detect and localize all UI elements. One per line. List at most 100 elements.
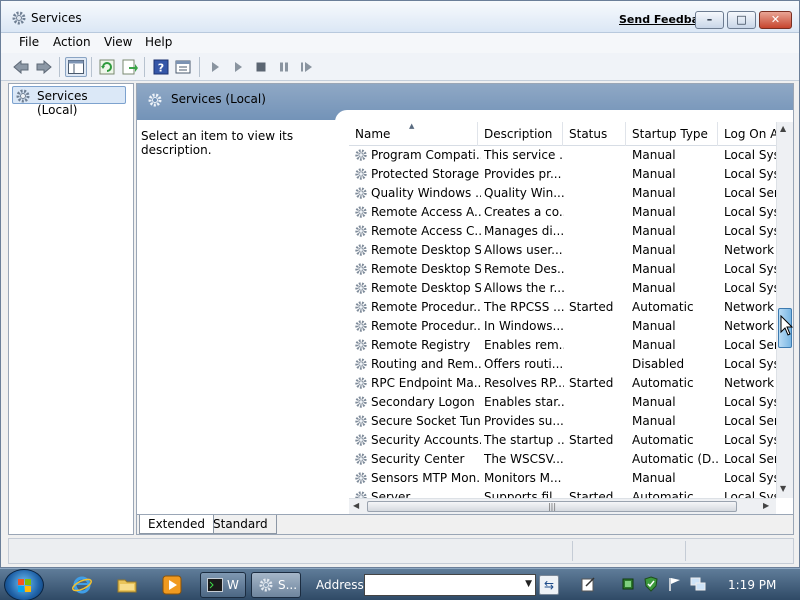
scroll-right-icon[interactable]: ▶: [763, 501, 769, 510]
security-shield-icon[interactable]: [643, 576, 659, 592]
menu-view[interactable]: View: [104, 35, 132, 49]
cell-startup-type: Manual: [632, 148, 676, 162]
tab-extended[interactable]: Extended: [139, 515, 214, 534]
tree-item-label: Services (Local): [37, 89, 88, 117]
minimize-icon: –: [706, 13, 713, 26]
service-gear-icon: [354, 281, 368, 298]
cell-name: Security Center: [371, 452, 465, 466]
cell-name: Protected Storage: [371, 167, 480, 181]
maximize-button[interactable]: □: [727, 11, 756, 29]
scroll-up-icon[interactable]: ▲: [780, 124, 786, 133]
network-icon[interactable]: [690, 576, 706, 592]
table-row[interactable]: Routing and Rem... Offers routi... Disable…: [349, 355, 780, 374]
cell-log-on-as: Network S: [724, 319, 780, 333]
vertical-scrollbar[interactable]: ▲ ▼: [776, 122, 793, 498]
column-header-log-on-as[interactable]: Log On A: [718, 122, 779, 146]
tab-standard[interactable]: Standard: [205, 515, 277, 534]
scroll-left-icon[interactable]: ◀: [353, 501, 359, 510]
table-row[interactable]: Sensors MTP Mon... Monitors M... Manual Loc…: [349, 469, 780, 488]
column-header-status[interactable]: Status: [563, 122, 626, 146]
start-service-alt-button[interactable]: [228, 57, 248, 77]
mouse-cursor-icon: [780, 315, 794, 336]
menu-file[interactable]: File: [19, 35, 39, 49]
hardware-tray-icon[interactable]: [620, 576, 636, 592]
table-row[interactable]: Secure Socket Tun... Provides su... Manual…: [349, 412, 780, 431]
taskbar-button-services[interactable]: S...: [251, 572, 301, 598]
go-arrows-icon: ⇆: [543, 578, 555, 592]
cell-startup-type: Manual: [632, 395, 676, 409]
close-button[interactable]: ✕: [759, 11, 792, 29]
cell-log-on-as: Local Syst: [724, 148, 780, 162]
show-hide-console-tree-button[interactable]: [65, 57, 87, 77]
table-row[interactable]: Remote Access A... Creates a co... Manual L…: [349, 203, 780, 222]
cell-startup-type: Manual: [632, 414, 676, 428]
menu-action[interactable]: Action: [53, 35, 91, 49]
service-gear-icon: [354, 319, 368, 336]
cell-description: Resolves RP...: [484, 376, 564, 390]
pause-service-button[interactable]: [274, 57, 294, 77]
action-center-flag-icon[interactable]: [667, 576, 683, 592]
service-gear-icon: [354, 471, 368, 488]
table-row[interactable]: Program Compati... This service ... Manual…: [349, 146, 780, 165]
windows-explorer-icon[interactable]: [117, 575, 137, 595]
refresh-button[interactable]: [97, 57, 117, 77]
title-bar[interactable]: Services Send Feedback – □ ✕: [1, 1, 799, 33]
table-row[interactable]: Server Supports fil... Started Automatic Loc…: [349, 488, 780, 498]
column-header-description[interactable]: Description: [478, 122, 563, 146]
minimize-button[interactable]: –: [695, 11, 724, 29]
cell-name: RPC Endpoint Ma...: [371, 376, 481, 390]
menu-bar: File Action View Help: [1, 33, 799, 53]
start-button[interactable]: [4, 569, 44, 600]
table-row[interactable]: Protected Storage Provides pr... Manual Loc…: [349, 165, 780, 184]
stop-service-button[interactable]: [251, 57, 271, 77]
start-service-button[interactable]: [205, 57, 225, 77]
back-arrow-icon: [13, 60, 29, 74]
column-header-name[interactable]: ▲ Name: [349, 122, 478, 146]
table-row[interactable]: Remote Desktop S...Allows user... Manual N…: [349, 241, 780, 260]
horizontal-scroll-thumb[interactable]: |||: [367, 501, 737, 512]
restart-service-button[interactable]: [297, 57, 317, 77]
table-row[interactable]: Remote Desktop S...Remote Des... Manual Lo…: [349, 260, 780, 279]
notepad-tray-icon[interactable]: [580, 576, 596, 592]
services-window: Services Send Feedback – □ ✕ File Action…: [0, 0, 800, 568]
table-row[interactable]: Remote Desktop S...Allows the r... Manual…: [349, 279, 780, 298]
cell-name: Remote Procedur...: [371, 300, 481, 314]
table-row[interactable]: Remote Procedur... In Windows... Manual Net…: [349, 317, 780, 336]
menu-help[interactable]: Help: [145, 35, 172, 49]
back-button[interactable]: [11, 57, 31, 77]
taskbar-button-w[interactable]: W: [200, 572, 246, 598]
help-button[interactable]: ?: [151, 57, 171, 77]
table-row[interactable]: Remote Registry Enables rem... Manual Local…: [349, 336, 780, 355]
system-clock[interactable]: 1:19 PM: [728, 578, 776, 592]
scroll-down-icon[interactable]: ▼: [780, 484, 786, 493]
cell-description: The RPCSS ...: [484, 300, 564, 314]
service-gear-icon: [354, 338, 368, 355]
cell-status: Started: [569, 300, 614, 314]
table-row[interactable]: Security Accounts... The startup ... Start…: [349, 431, 780, 450]
internet-explorer-icon[interactable]: [72, 575, 92, 595]
cell-log-on-as: Network S: [724, 243, 780, 257]
cell-log-on-as: Local Serv: [724, 452, 780, 466]
table-row[interactable]: Quality Windows ... Quality Win... Manual L…: [349, 184, 780, 203]
cell-description: Quality Win...: [484, 186, 564, 200]
tree-item-services-local[interactable]: Services (Local): [12, 86, 126, 117]
table-row[interactable]: Secondary Logon Enables star... Manual Loca…: [349, 393, 780, 412]
address-input[interactable]: ▼: [364, 574, 536, 596]
table-row[interactable]: Remote Access C... Manages di... Manual Loc…: [349, 222, 780, 241]
status-separator: [572, 541, 573, 561]
forward-button[interactable]: [34, 57, 54, 77]
cell-log-on-as: Local Syst: [724, 262, 780, 276]
chevron-down-icon[interactable]: ▼: [525, 579, 532, 589]
windows-logo-icon: [18, 579, 31, 592]
properties-button[interactable]: [173, 57, 193, 77]
cell-name: Program Compati...: [371, 148, 481, 162]
horizontal-scrollbar[interactable]: ◀ ||| ▶: [349, 498, 776, 514]
service-gear-icon: [354, 376, 368, 393]
table-row[interactable]: Security Center The WSCSV... Automatic (D.…: [349, 450, 780, 469]
media-player-icon[interactable]: [162, 575, 182, 595]
table-row[interactable]: Remote Procedur... The RPCSS ... Started Au…: [349, 298, 780, 317]
column-header-startup-type[interactable]: Startup Type: [626, 122, 718, 146]
address-go-button[interactable]: ⇆: [539, 575, 559, 595]
export-list-button[interactable]: [120, 57, 140, 77]
table-row[interactable]: RPC Endpoint Ma... Resolves RP... Started A…: [349, 374, 780, 393]
